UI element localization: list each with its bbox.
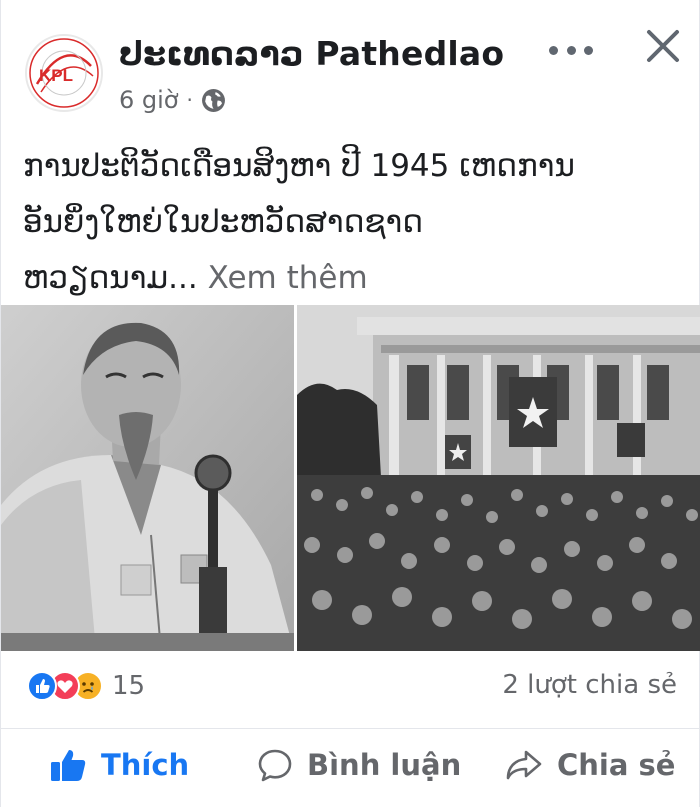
like-label: Thích [101, 748, 190, 782]
post-text-line: ການປະຕິວັດເດືອນສິງຫາ ປີ 1945 ເຫດການ [23, 148, 575, 184]
comment-button[interactable]: Bình luận [257, 741, 461, 789]
speaker-photo-image [1, 305, 294, 651]
post-meta: 6 giờ · [119, 86, 226, 114]
share-label: Chia sẻ [557, 748, 676, 782]
more-dot-icon [549, 45, 558, 55]
thumbs-up-icon [51, 750, 86, 781]
share-button[interactable]: Chia sẻ [505, 741, 675, 789]
photo-speaker[interactable] [1, 305, 294, 651]
avatar-logo-text: KPL [39, 66, 73, 85]
comment-label: Bình luận [307, 748, 462, 782]
share-arrow-icon [506, 750, 542, 780]
more-options-button[interactable] [549, 40, 593, 60]
comment-bubble-icon [258, 749, 292, 782]
reaction-count: 15 [112, 671, 146, 701]
post-text-line: ຫວຽດນາມ... Xem thêm [23, 250, 693, 306]
photo-crowd[interactable] [297, 305, 700, 651]
like-button[interactable]: Thích [49, 741, 189, 789]
post-text-line: ອັນຍິ່ງໃຫຍ່ໃນປະຫວັດສາດຊາດ [23, 204, 423, 240]
post-photos [1, 305, 700, 651]
page-name[interactable]: ປະເທດລາວ Pathedlao [119, 34, 504, 73]
meta-separator: · [186, 88, 193, 112]
facebook-post: KPL ປະເທດລາວ Pathedlao 6 giờ · ການປະຕິວັ… [0, 0, 700, 807]
crowd-photo-image [297, 305, 700, 651]
reactions-summary[interactable]: 15 [27, 668, 145, 704]
post-actions: Thích Bình luận Chia sẻ [1, 728, 700, 800]
post-text-line-end: ຫວຽດນາມ... [23, 260, 198, 296]
more-dot-icon [584, 45, 593, 55]
post-time[interactable]: 6 giờ [119, 86, 178, 114]
share-count[interactable]: 2 lượt chia sẻ [502, 670, 677, 700]
kpl-logo-icon: KPL [29, 38, 99, 108]
post-text: ການປະຕິວັດເດືອນສິງຫາ ປີ 1945 ເຫດການ ອັນຍ… [23, 138, 693, 306]
like-reaction-icon [27, 671, 57, 701]
globe-icon [201, 88, 225, 112]
post-header: KPL ປະເທດລາວ Pathedlao 6 giờ · [1, 0, 700, 122]
close-icon[interactable] [641, 24, 685, 68]
see-more-link[interactable]: Xem thêm [208, 260, 368, 296]
more-dot-icon [566, 45, 576, 55]
page-avatar[interactable]: KPL [25, 34, 103, 112]
